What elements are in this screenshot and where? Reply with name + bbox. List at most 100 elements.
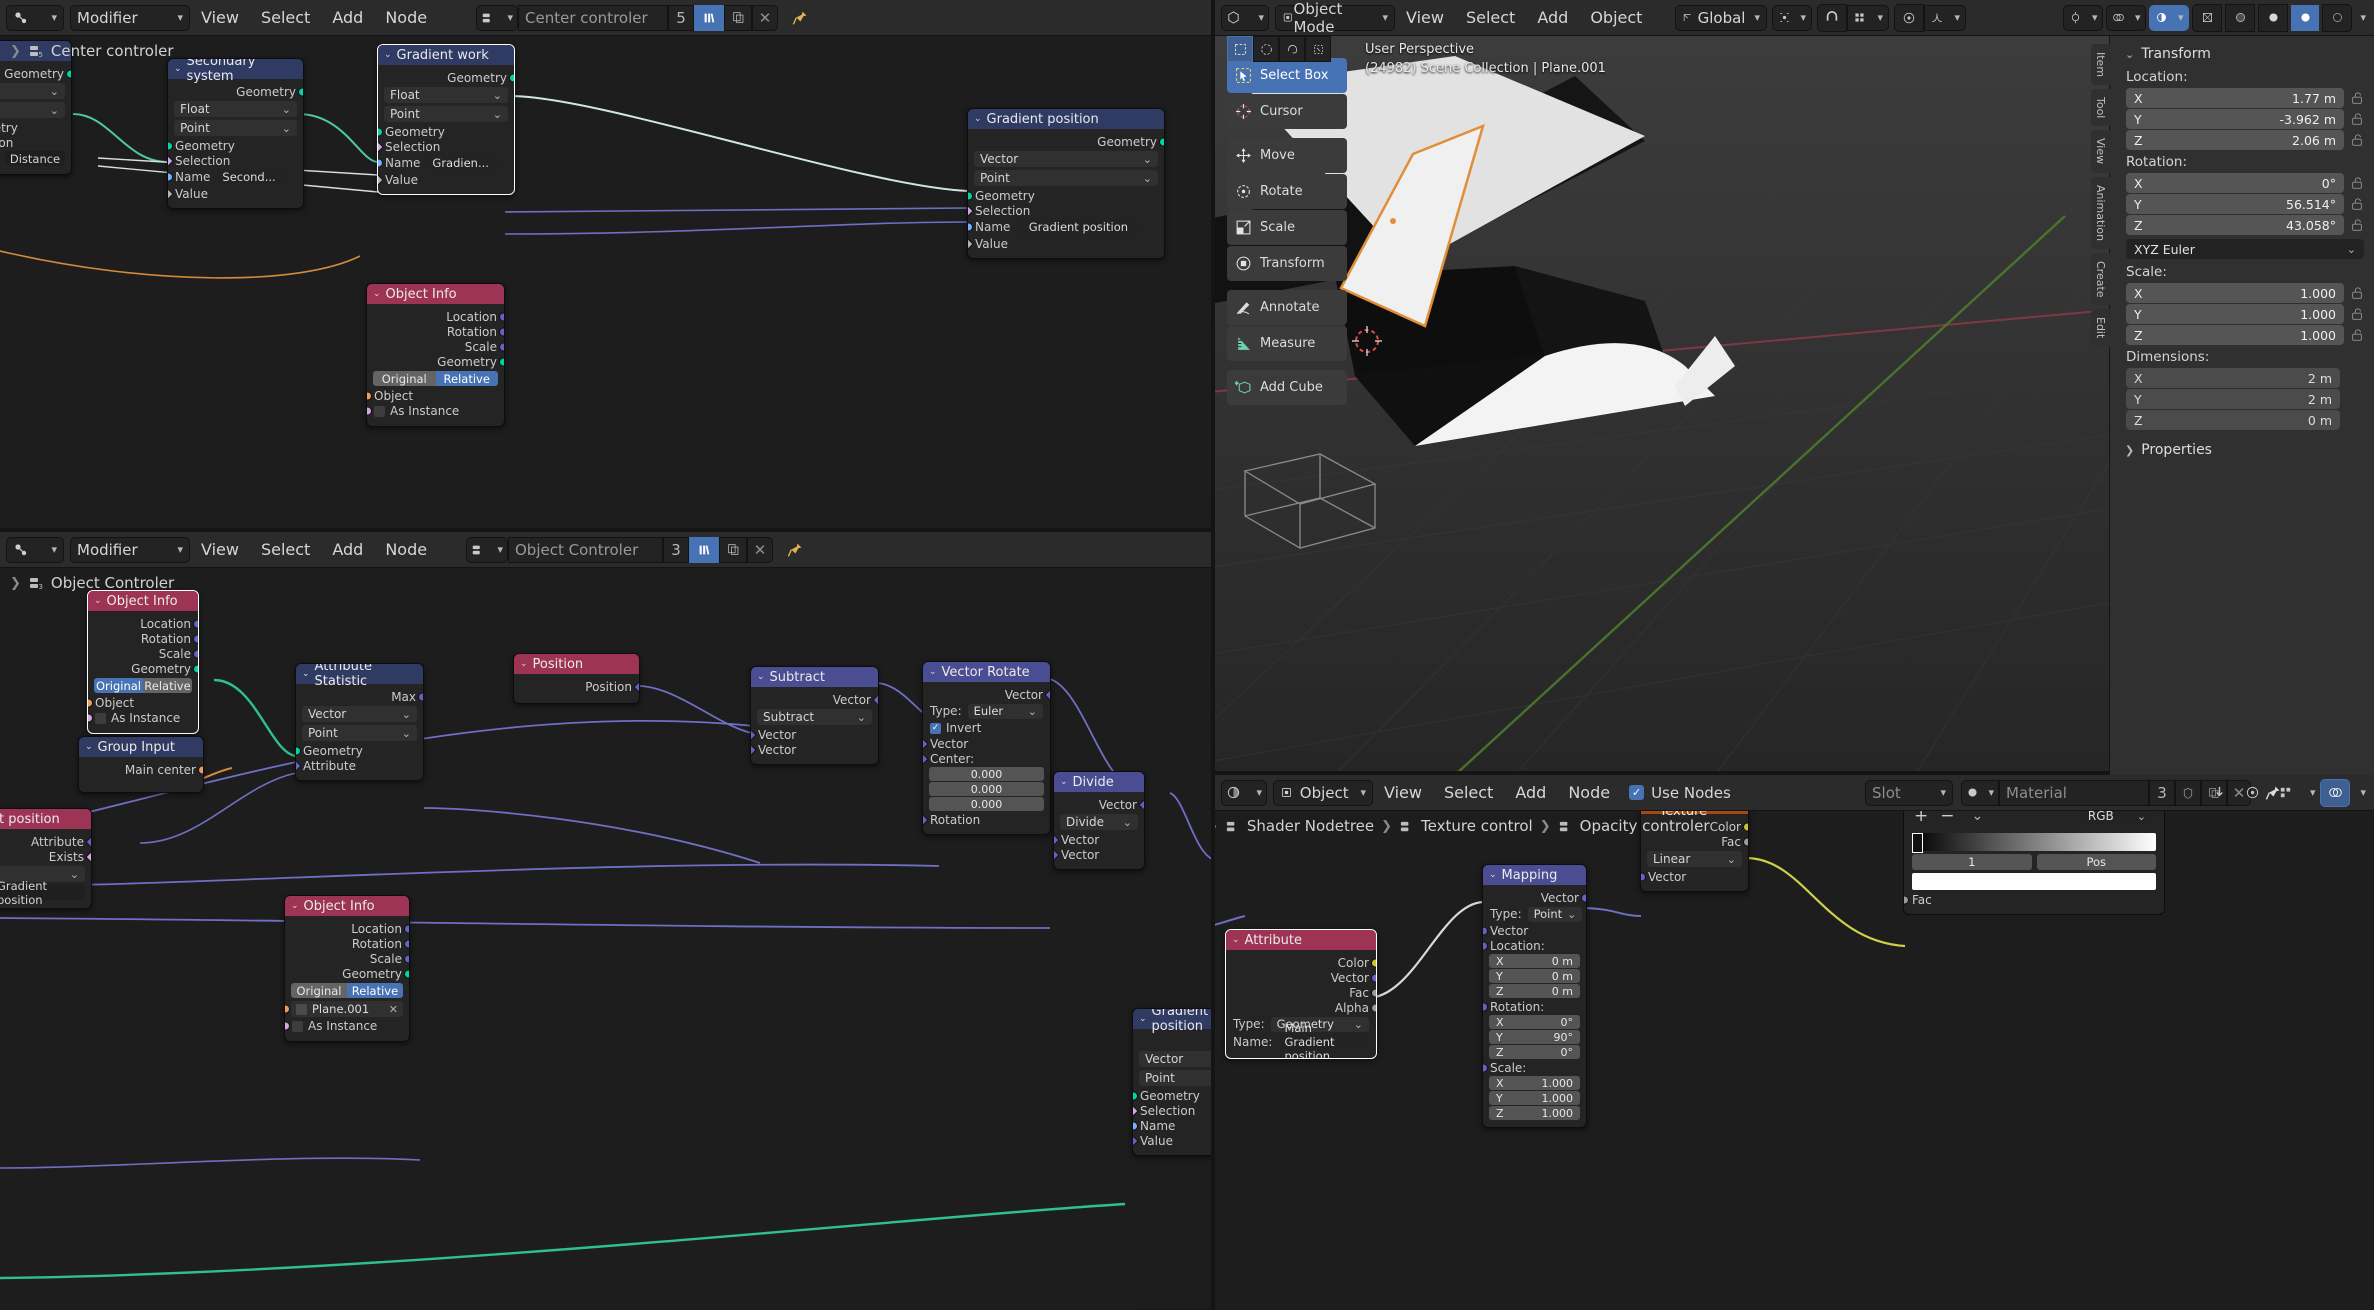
falloff-selector[interactable]: ▾ [1924,4,1966,31]
menu-add[interactable]: Add [1526,5,1579,31]
socket-rotation[interactable] [499,327,504,336]
as-instance-checkbox[interactable] [374,405,385,417]
tool-rotate[interactable]: Rotate [1227,174,1347,209]
lock-icon[interactable] [2350,327,2364,343]
tool-select-box[interactable]: Select Box [1227,58,1347,93]
lock-icon[interactable] [2350,175,2364,191]
socket-scale[interactable] [1483,1063,1488,1072]
node-header[interactable]: ⌄ Divide [1054,772,1144,792]
node-input-row[interactable]: Geometry [968,189,1164,203]
node-input-row[interactable]: Geometry [168,139,303,153]
fake-user-button[interactable] [694,4,724,31]
material-users-count[interactable]: 3 [2149,779,2175,806]
node-output-row[interactable]: Main center [79,763,203,777]
node-output-row[interactable]: Max [296,690,423,704]
mapping-type-row[interactable]: Type: Point ⌄ [1483,906,1586,922]
toggle-relative[interactable]: Relative [143,678,192,693]
node-header[interactable]: ⌄ Attribute [1226,930,1376,950]
node-object-info-1[interactable]: ⌄ Object Info Location Rotation Scale Geo… [87,590,199,734]
socket-value[interactable] [968,237,974,250]
toggle-relative[interactable]: Relative [435,371,498,386]
scale-y-field[interactable]: Y 1.000 [2126,304,2344,324]
wireframe-shading-button[interactable] [2192,3,2223,32]
socket-geometry[interactable] [168,141,173,150]
proportional-edit-toggle[interactable] [1894,3,1924,32]
node-output-row[interactable]: Rotation [285,937,409,951]
node-dropdown-domain[interactable]: Point ⌄ [974,170,1158,186]
socket-value[interactable] [378,173,384,186]
socket-vector[interactable] [1138,798,1144,811]
location-z-field[interactable]: Z 2.06 m [2126,130,2344,150]
socket-as-instance[interactable] [367,406,372,416]
editor-type-selector[interactable]: ▾ [6,536,64,563]
socket-rotation[interactable] [1483,1002,1488,1011]
node-dropdown-data-type[interactable]: Float ⌄ [384,87,508,103]
node-input-row[interactable]: Geometry [378,125,514,139]
sidebar-tab-create[interactable]: Create [2091,252,2110,306]
menu-node[interactable]: Node [1557,780,1621,806]
socket-scale[interactable] [193,649,198,658]
node-input-row[interactable]: Object [367,389,504,403]
socket-main-center[interactable] [198,765,203,774]
snap-toggle[interactable] [2206,780,2234,806]
dimensions-x-row[interactable]: X 2 m [2126,368,2364,388]
socket-name[interactable] [1133,1121,1138,1130]
properties-panel-header[interactable]: ❯ Properties [2110,438,2374,462]
node-input-row[interactable]: Selection [378,140,514,154]
node-input-row[interactable]: Selection [0,136,71,150]
socket-fac[interactable] [1904,895,1909,904]
node-output-row[interactable]: Location [285,922,409,936]
tool-transform[interactable]: Transform [1227,246,1347,281]
toggle-original[interactable]: Original [291,983,347,998]
sidebar-tab-view[interactable]: View [2091,130,2110,173]
socket-vector[interactable] [751,743,757,756]
node-output-row[interactable]: Geometry [968,135,1164,149]
editor-type-selector[interactable]: ▾ [6,4,64,31]
menu-object[interactable]: Object [1579,5,1653,31]
color-stop-handle[interactable] [1912,833,1923,853]
object-selector-field[interactable]: Plane.001 ✕ [285,1001,403,1017]
socket-geometry[interactable] [1133,1091,1138,1100]
ramp-color-swatch[interactable] [1912,873,2156,890]
sidebar-tab-edit[interactable]: Edit [2091,309,2110,347]
new-nodetree-button[interactable] [724,4,752,31]
tool-annotate[interactable]: Annotate [1227,290,1347,325]
node-output-row[interactable]: Scale [88,647,198,661]
menu-add[interactable]: Add [321,537,374,563]
node-output-row[interactable]: Scale [367,340,504,354]
socket-name[interactable] [168,172,173,182]
plus-icon[interactable]: + [1914,811,1928,826]
node-header[interactable]: ⌄ Group Input [79,737,203,757]
socket-geometry[interactable] [378,127,383,136]
unlink-nodetree-button[interactable]: ✕ [747,536,773,563]
node-input-row[interactable]: Vector [1641,870,1748,884]
transform-panel-header[interactable]: ⌄ Transform [2110,42,2374,66]
socket-selection[interactable] [168,154,174,167]
rotation-mode-selector[interactable]: XYZ Euler ⌄ [2126,239,2364,259]
node-dropdown-data-type[interactable]: Vector ⌄ [974,151,1158,167]
lock-icon[interactable] [2350,132,2364,148]
editor-type-selector[interactable]: ▾ [1221,4,1269,31]
mapping-scale-z[interactable]: Z 1.000 [1489,1106,1580,1120]
rotation-z-row[interactable]: Z 43.058° [2126,215,2364,235]
center-z-field[interactable]: 0.000 [929,797,1044,811]
socket-rotation[interactable] [923,813,929,826]
invert-row[interactable]: ✓ Invert [923,721,1050,735]
editor-type-selector[interactable]: ▾ [1221,779,1267,806]
menu-view[interactable]: View [1395,5,1455,31]
node-input-row[interactable]: Vector [751,728,878,742]
breadcrumb-item-1[interactable]: Texture control [1421,817,1533,835]
toggle-relative[interactable]: Relative [347,983,403,998]
dimensions-z-row[interactable]: Z 0 m [2126,410,2364,430]
ramp-position-field[interactable]: Pos [2036,854,2156,870]
node-attribute[interactable]: ⌄ Attribute Color Vector Fac Alpha Type: G… [1225,929,1377,1059]
material-name-field[interactable]: Material [1999,779,2149,806]
dimensions-x-field[interactable]: X 2 m [2126,368,2340,388]
node-input-row[interactable]: Selection [168,154,303,168]
node-header[interactable]: ⌄ Gradient work [378,45,514,65]
menu-add[interactable]: Add [1504,780,1557,806]
socket-geometry[interactable] [66,69,71,78]
fake-user-button[interactable] [689,536,719,563]
invert-checkbox[interactable]: ✓ [930,722,941,734]
node-output-row[interactable]: Fac [1904,893,2164,907]
